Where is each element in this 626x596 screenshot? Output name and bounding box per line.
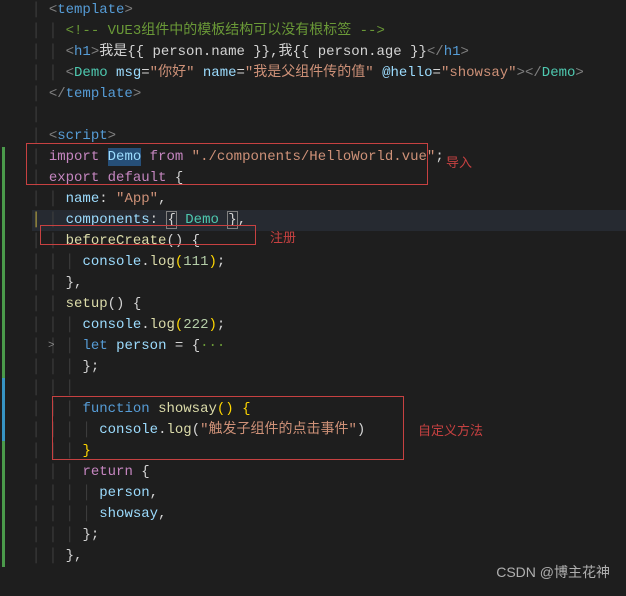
code-line[interactable]: │ │ │ console.log(111);: [32, 252, 626, 273]
code-line[interactable]: │ │ │ console.log(222);: [32, 315, 626, 336]
code-line[interactable]: │ export default {: [32, 168, 626, 189]
code-line[interactable]: │ │ │ │ console.log("触发子组件的点击事件"): [32, 420, 626, 441]
code-line-active[interactable]: │ │ components: { Demo },: [32, 210, 626, 231]
code-line[interactable]: │ │ },: [32, 273, 626, 294]
fold-icon[interactable]: >: [48, 336, 55, 357]
code-line[interactable]: >│ │ │ let person = {···: [32, 336, 626, 357]
code-line[interactable]: │ │ beforeCreate() {: [32, 231, 626, 252]
code-line[interactable]: │ │ │ │ showsay,: [32, 504, 626, 525]
gutter-change-bar: [2, 378, 5, 441]
code-line[interactable]: │ import Demo from "./components/HelloWo…: [32, 147, 626, 168]
code-line[interactable]: │ <template>: [32, 0, 626, 21]
tag-template-open: template: [57, 2, 124, 18]
code-line[interactable]: │ │ │ function showsay() {: [32, 399, 626, 420]
code-line[interactable]: │ │ setup() {: [32, 294, 626, 315]
code-line[interactable]: │ </template>: [32, 84, 626, 105]
annotation-register-label: 注册: [270, 227, 296, 246]
watermark: CSDN @博主花神: [496, 562, 610, 582]
code-line[interactable]: │ │ │ │ person,: [32, 483, 626, 504]
code-line[interactable]: │ │ │ return {: [32, 462, 626, 483]
code-line[interactable]: │ │ <Demo msg="你好" name="我是父组件传的值" @hell…: [32, 63, 626, 84]
code-line[interactable]: │ │ <!-- VUE3组件中的模板结构可以没有根标签 -->: [32, 21, 626, 42]
code-line[interactable]: │ │ │ }: [32, 441, 626, 462]
code-editor[interactable]: │ <template> │ │ <!-- VUE3组件中的模板结构可以没有根标…: [0, 0, 626, 567]
annotation-import-label: 导入: [446, 152, 472, 171]
code-line[interactable]: │ │ │ };: [32, 357, 626, 378]
code-line[interactable]: │ │ name: "App",: [32, 189, 626, 210]
code-line[interactable]: │ │ │ };: [32, 525, 626, 546]
code-line[interactable]: │ │ │: [32, 378, 626, 399]
annotation-custom-label: 自定义方法: [418, 420, 483, 439]
gutter-modified-bar: [2, 147, 5, 567]
code-line[interactable]: │: [32, 105, 626, 126]
vue-comment: <!-- VUE3组件中的模板结构可以没有根标签 -->: [66, 23, 385, 39]
code-line[interactable]: │ │ <h1>我是{{ person.name }},我{{ person.a…: [32, 42, 626, 63]
code-line[interactable]: │ <script>: [32, 126, 626, 147]
